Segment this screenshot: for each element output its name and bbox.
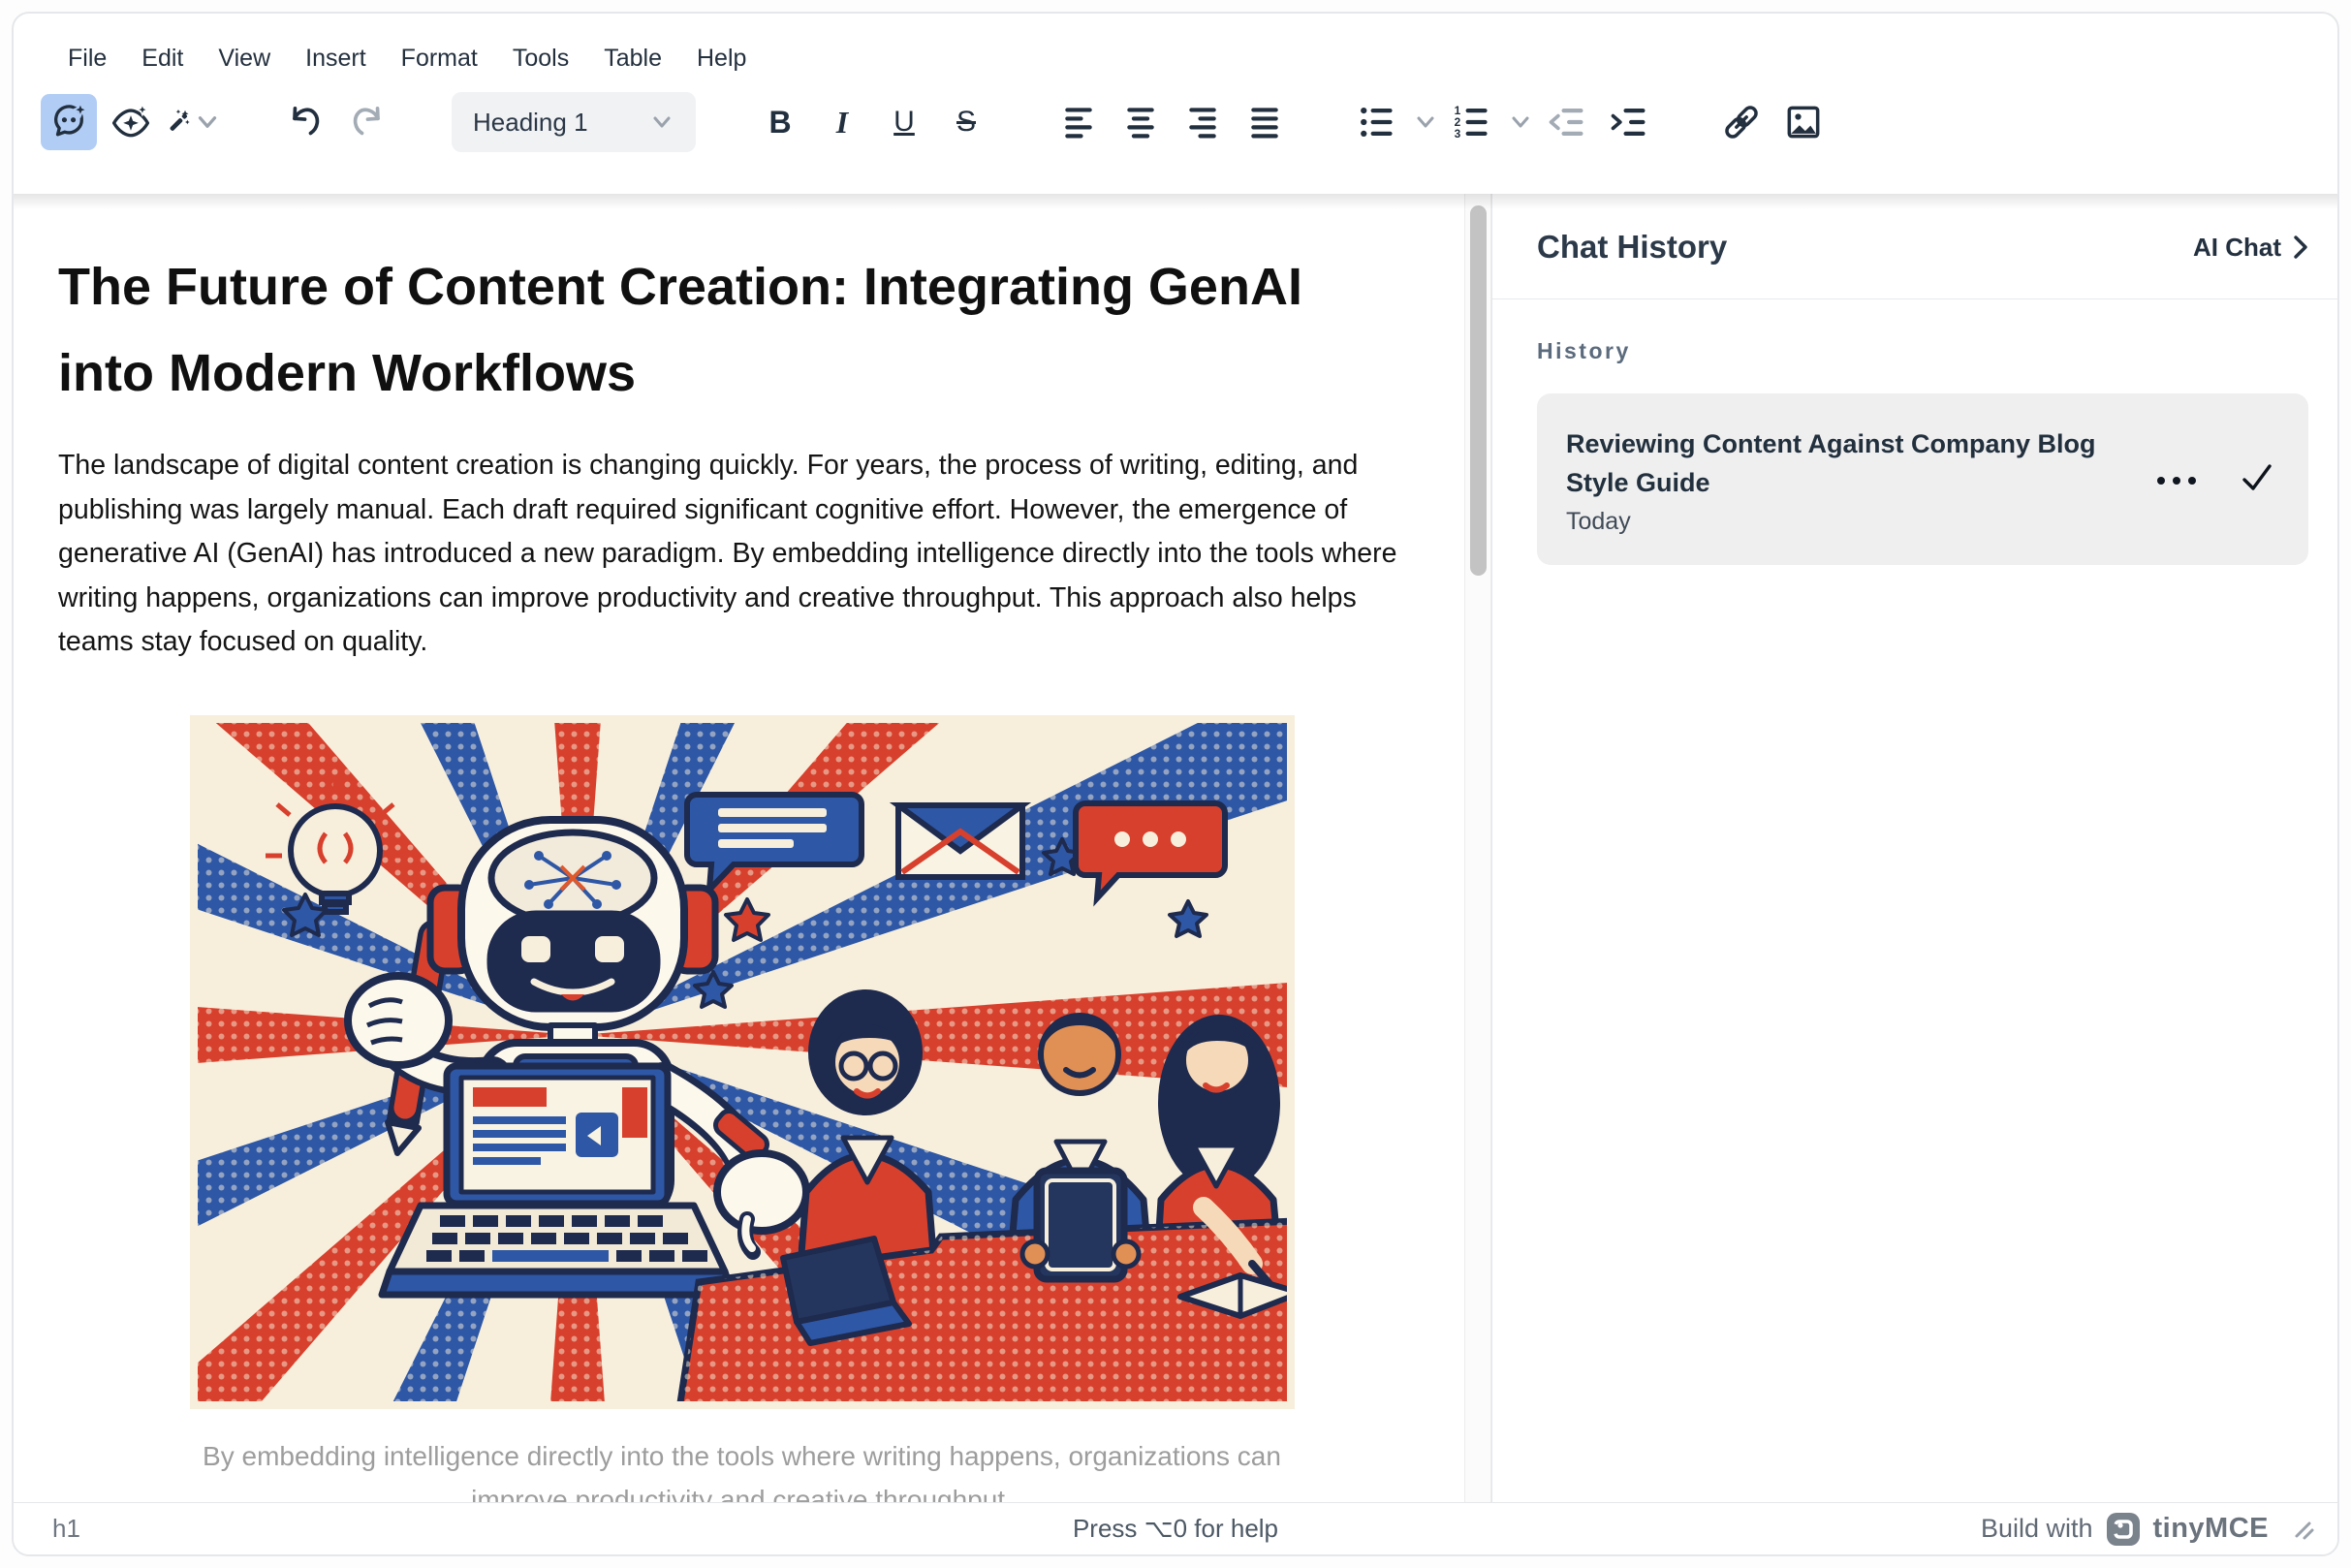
more-options-button[interactable] — [2157, 477, 2196, 485]
menu-tools[interactable]: Tools — [495, 37, 586, 80]
magic-wand-icon — [165, 101, 192, 143]
element-path[interactable]: h1 — [52, 1514, 80, 1544]
document-figure[interactable]: By embedding intelligence directly into … — [190, 715, 1295, 1503]
align-center-icon — [1119, 101, 1162, 143]
image-button[interactable] — [1775, 94, 1832, 150]
menu-insert[interactable]: Insert — [288, 37, 384, 80]
link-icon — [1720, 101, 1763, 143]
chevron-right-icon — [2293, 235, 2308, 260]
tinymce-logo-icon — [2106, 1512, 2141, 1547]
ai-review-icon — [110, 101, 152, 143]
justify-button[interactable] — [1237, 94, 1293, 150]
editor-scrollbar[interactable] — [1464, 194, 1491, 1502]
ai-chat-link-label: AI Chat — [2193, 233, 2281, 263]
numbered-list-icon: 1 2 3 — [1451, 101, 1493, 143]
strikethrough-icon: S — [956, 106, 976, 139]
bold-icon: B — [768, 105, 791, 141]
image-icon — [1782, 101, 1825, 143]
panel-title: Chat History — [1537, 229, 1727, 266]
history-item[interactable]: Reviewing Content Against Company Blog S… — [1537, 393, 2308, 565]
branding-name: tinyMCE — [2153, 1513, 2270, 1545]
align-right-icon — [1181, 101, 1224, 143]
menubar: File Edit View Insert Format Tools Table… — [14, 14, 2337, 80]
history-item-date: Today — [1566, 508, 2138, 536]
underline-icon: U — [893, 106, 915, 139]
format-select-value: Heading 1 — [473, 108, 588, 138]
chevron-down-icon[interactable] — [1413, 110, 1438, 135]
align-left-button[interactable] — [1050, 94, 1107, 150]
redo-icon — [346, 101, 389, 143]
chat-history-header: Chat History AI Chat — [1492, 194, 2337, 299]
menu-format[interactable]: Format — [384, 37, 495, 80]
link-button[interactable] — [1713, 94, 1770, 150]
numbered-list-button[interactable]: 1 2 3 — [1444, 94, 1500, 150]
chevron-down-icon[interactable] — [1508, 110, 1533, 135]
strikethrough-button[interactable]: S — [938, 94, 994, 150]
editor-canvas[interactable]: The Future of Content Creation: Integrat… — [14, 194, 1464, 1502]
history-item-title: Reviewing Content Against Company Blog S… — [1566, 424, 2138, 502]
history-section-label: History — [1537, 338, 2308, 364]
italic-button[interactable]: I — [814, 94, 870, 150]
menu-edit[interactable]: Edit — [124, 37, 201, 80]
svg-text:3: 3 — [1455, 127, 1461, 141]
ai-chat-button[interactable] — [41, 94, 97, 150]
align-center-button[interactable] — [1113, 94, 1169, 150]
redo-button[interactable] — [339, 94, 395, 150]
editor-window: File Edit View Insert Format Tools Table… — [12, 12, 2339, 1556]
justify-icon — [1243, 101, 1286, 143]
ai-shortcuts-button[interactable] — [165, 94, 221, 150]
outdent-button[interactable] — [1539, 94, 1595, 150]
underline-button[interactable]: U — [876, 94, 932, 150]
document-illustration[interactable] — [190, 715, 1295, 1409]
statusbar: h1 Press ⌥0 for help Build with tinyMCE — [14, 1502, 2337, 1554]
indent-icon — [1608, 101, 1650, 143]
chat-history-panel: Chat History AI Chat History Reviewing C… — [1491, 194, 2337, 1502]
bullet-list-button[interactable] — [1349, 94, 1405, 150]
screen: File Edit View Insert Format Tools Table… — [0, 0, 2351, 1568]
ai-chat-link[interactable]: AI Chat — [2193, 233, 2308, 263]
undo-button[interactable] — [277, 94, 333, 150]
ai-chat-icon — [47, 101, 90, 143]
resize-handle-icon[interactable] — [2291, 1517, 2316, 1542]
content-area: The Future of Content Creation: Integrat… — [14, 194, 2337, 1502]
outdent-icon — [1546, 101, 1588, 143]
format-select[interactable]: Heading 1 — [452, 92, 696, 152]
menu-file[interactable]: File — [50, 37, 124, 80]
ai-review-button[interactable] — [103, 94, 159, 150]
chevron-down-icon — [649, 110, 674, 135]
branding-prefix: Build with — [1981, 1514, 2093, 1544]
scrollbar-thumb[interactable] — [1470, 205, 1487, 576]
selected-check-icon[interactable] — [2241, 463, 2273, 497]
document-paragraph[interactable]: The landscape of digital content creatio… — [58, 444, 1426, 665]
chevron-down-icon — [194, 101, 221, 143]
bullet-list-icon — [1356, 101, 1398, 143]
branding[interactable]: Build with tinyMCE — [1981, 1512, 2316, 1547]
menu-help[interactable]: Help — [679, 37, 764, 80]
undo-icon — [284, 101, 327, 143]
help-shortcut-text: Press ⌥0 for help — [1073, 1514, 1278, 1544]
indent-button[interactable] — [1601, 94, 1657, 150]
toolbar: Heading 1 B I U S — [14, 80, 2337, 168]
align-right-button[interactable] — [1175, 94, 1231, 150]
menu-view[interactable]: View — [201, 37, 288, 80]
menu-table[interactable]: Table — [586, 37, 679, 80]
document-heading[interactable]: The Future of Content Creation: Integrat… — [58, 244, 1332, 417]
bold-button[interactable]: B — [752, 94, 808, 150]
image-caption: By embedding intelligence directly into … — [190, 1434, 1295, 1503]
align-left-icon — [1057, 101, 1100, 143]
italic-icon: I — [836, 105, 848, 141]
